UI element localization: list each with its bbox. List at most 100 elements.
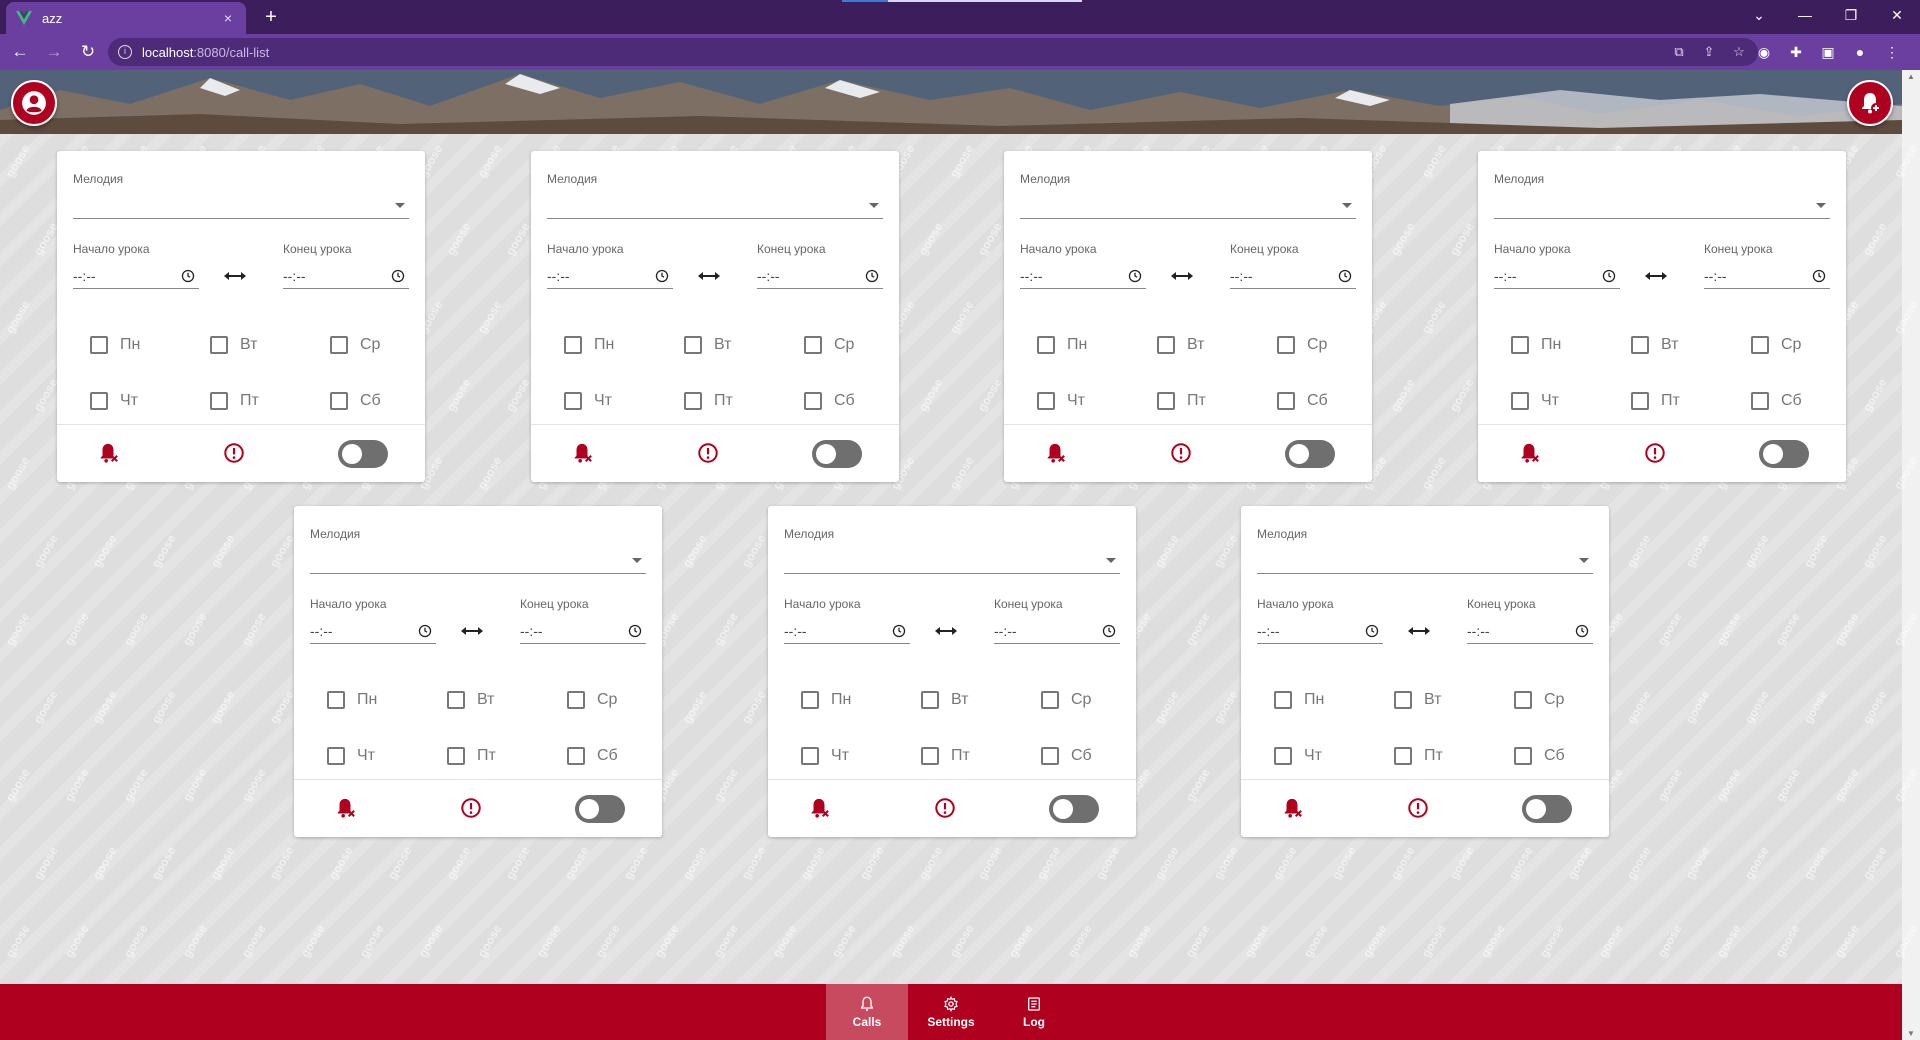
day-checkbox[interactable]: Ср <box>804 333 854 357</box>
bell-off-icon[interactable] <box>1044 442 1066 469</box>
day-checkbox[interactable]: Чт <box>1037 389 1085 413</box>
bell-off-icon[interactable] <box>1281 797 1303 824</box>
day-checkbox[interactable]: Сб <box>804 389 855 413</box>
menu-dots-icon[interactable]: ⋮ <box>1880 38 1904 66</box>
checkbox-box[interactable] <box>1277 392 1295 410</box>
scroll-down-icon[interactable]: ▼ <box>1906 1029 1916 1038</box>
clock-icon[interactable] <box>181 269 195 286</box>
checkbox-box[interactable] <box>801 747 819 765</box>
start-time-input[interactable]: --:-- <box>1494 265 1620 289</box>
checkbox-box[interactable] <box>1514 691 1532 709</box>
close-tab-icon[interactable]: × <box>220 10 236 26</box>
checkbox-box[interactable] <box>1511 392 1529 410</box>
melody-select[interactable] <box>1020 197 1356 219</box>
day-checkbox[interactable]: Вт <box>1394 688 1441 712</box>
day-checkbox[interactable]: Чт <box>90 389 138 413</box>
reload-icon[interactable]: ↻ <box>74 38 102 66</box>
day-checkbox[interactable]: Вт <box>921 688 968 712</box>
puzzle-icon[interactable]: ✚ <box>1784 38 1808 66</box>
address-bar[interactable]: i localhost:8080/call-list ⧉ ⇪ ☆ <box>108 38 1758 66</box>
day-checkbox[interactable]: Сб <box>1751 389 1802 413</box>
tab-search-icon[interactable]: ⌄ <box>1736 0 1782 30</box>
active-toggle[interactable] <box>1049 795 1099 823</box>
clock-icon[interactable] <box>1812 269 1826 286</box>
day-checkbox[interactable]: Вт <box>210 333 257 357</box>
clock-icon[interactable] <box>892 624 906 641</box>
checkbox-box[interactable] <box>1274 747 1292 765</box>
checkbox-box[interactable] <box>90 336 108 354</box>
checkbox-box[interactable] <box>1394 691 1412 709</box>
checkbox-box[interactable] <box>327 691 345 709</box>
melody-select[interactable] <box>1494 197 1830 219</box>
checkbox-box[interactable] <box>330 336 348 354</box>
alert-circle-icon[interactable] <box>1407 797 1429 824</box>
end-time-input[interactable]: --:-- <box>994 620 1120 644</box>
forward-icon[interactable]: → <box>40 38 68 66</box>
checkbox-box[interactable] <box>1631 392 1649 410</box>
day-checkbox[interactable]: Пн <box>327 688 377 712</box>
restore-icon[interactable]: ❐ <box>1828 0 1874 30</box>
day-checkbox[interactable]: Чт <box>564 389 612 413</box>
alert-circle-icon[interactable] <box>697 442 719 469</box>
checkbox-box[interactable] <box>1274 691 1292 709</box>
end-time-input[interactable]: --:-- <box>1704 265 1830 289</box>
checkbox-box[interactable] <box>1511 336 1529 354</box>
checkbox-box[interactable] <box>1514 747 1532 765</box>
checkbox-box[interactable] <box>801 691 819 709</box>
start-time-input[interactable]: --:-- <box>547 265 673 289</box>
back-icon[interactable]: ← <box>6 38 34 66</box>
clock-icon[interactable] <box>1602 269 1616 286</box>
end-time-input[interactable]: --:-- <box>1467 620 1593 644</box>
end-time-input[interactable]: --:-- <box>757 265 883 289</box>
checkbox-box[interactable] <box>564 336 582 354</box>
checkbox-box[interactable] <box>1751 336 1769 354</box>
checkbox-box[interactable] <box>447 747 465 765</box>
end-time-input[interactable]: --:-- <box>283 265 409 289</box>
day-checkbox[interactable]: Пт <box>447 744 496 768</box>
day-checkbox[interactable]: Пт <box>1631 389 1680 413</box>
checkbox-box[interactable] <box>684 392 702 410</box>
nav-calls[interactable]: Calls <box>826 984 908 1040</box>
alert-circle-icon[interactable] <box>1170 442 1192 469</box>
day-checkbox[interactable]: Чт <box>327 744 375 768</box>
day-checkbox[interactable]: Пт <box>684 389 733 413</box>
checkbox-box[interactable] <box>567 747 585 765</box>
day-checkbox[interactable]: Ср <box>330 333 380 357</box>
checkbox-box[interactable] <box>684 336 702 354</box>
day-checkbox[interactable]: Чт <box>801 744 849 768</box>
melody-select[interactable] <box>1257 552 1593 574</box>
checkbox-box[interactable] <box>1041 747 1059 765</box>
clock-icon[interactable] <box>865 269 879 286</box>
day-checkbox[interactable]: Пт <box>210 389 259 413</box>
checkbox-box[interactable] <box>921 747 939 765</box>
checkbox-box[interactable] <box>210 336 228 354</box>
start-time-input[interactable]: --:-- <box>310 620 436 644</box>
alert-circle-icon[interactable] <box>223 442 245 469</box>
clock-icon[interactable] <box>1102 624 1116 641</box>
day-checkbox[interactable]: Пн <box>90 333 140 357</box>
active-toggle[interactable] <box>1759 440 1809 468</box>
alert-circle-icon[interactable] <box>1644 442 1666 469</box>
active-toggle[interactable] <box>1522 795 1572 823</box>
alert-circle-icon[interactable] <box>460 797 482 824</box>
profile-button[interactable] <box>11 80 57 126</box>
active-toggle[interactable] <box>338 440 388 468</box>
active-toggle[interactable] <box>1285 440 1335 468</box>
day-checkbox[interactable]: Пн <box>1274 688 1324 712</box>
bell-off-icon[interactable] <box>334 797 356 824</box>
bell-off-icon[interactable] <box>1518 442 1540 469</box>
page-scrollbar[interactable]: ▲ ▼ <box>1902 70 1920 1040</box>
melody-select[interactable] <box>310 552 646 574</box>
checkbox-box[interactable] <box>1277 336 1295 354</box>
clock-icon[interactable] <box>391 269 405 286</box>
nav-log[interactable]: Log <box>993 984 1075 1040</box>
checkbox-box[interactable] <box>564 392 582 410</box>
day-checkbox[interactable]: Сб <box>1277 389 1328 413</box>
checkbox-box[interactable] <box>90 392 108 410</box>
profile-icon[interactable]: ● <box>1848 38 1872 66</box>
checkbox-box[interactable] <box>327 747 345 765</box>
start-time-input[interactable]: --:-- <box>784 620 910 644</box>
bell-off-icon[interactable] <box>808 797 830 824</box>
bell-off-icon[interactable] <box>571 442 593 469</box>
translate-icon[interactable]: ⧉ <box>1670 42 1688 62</box>
